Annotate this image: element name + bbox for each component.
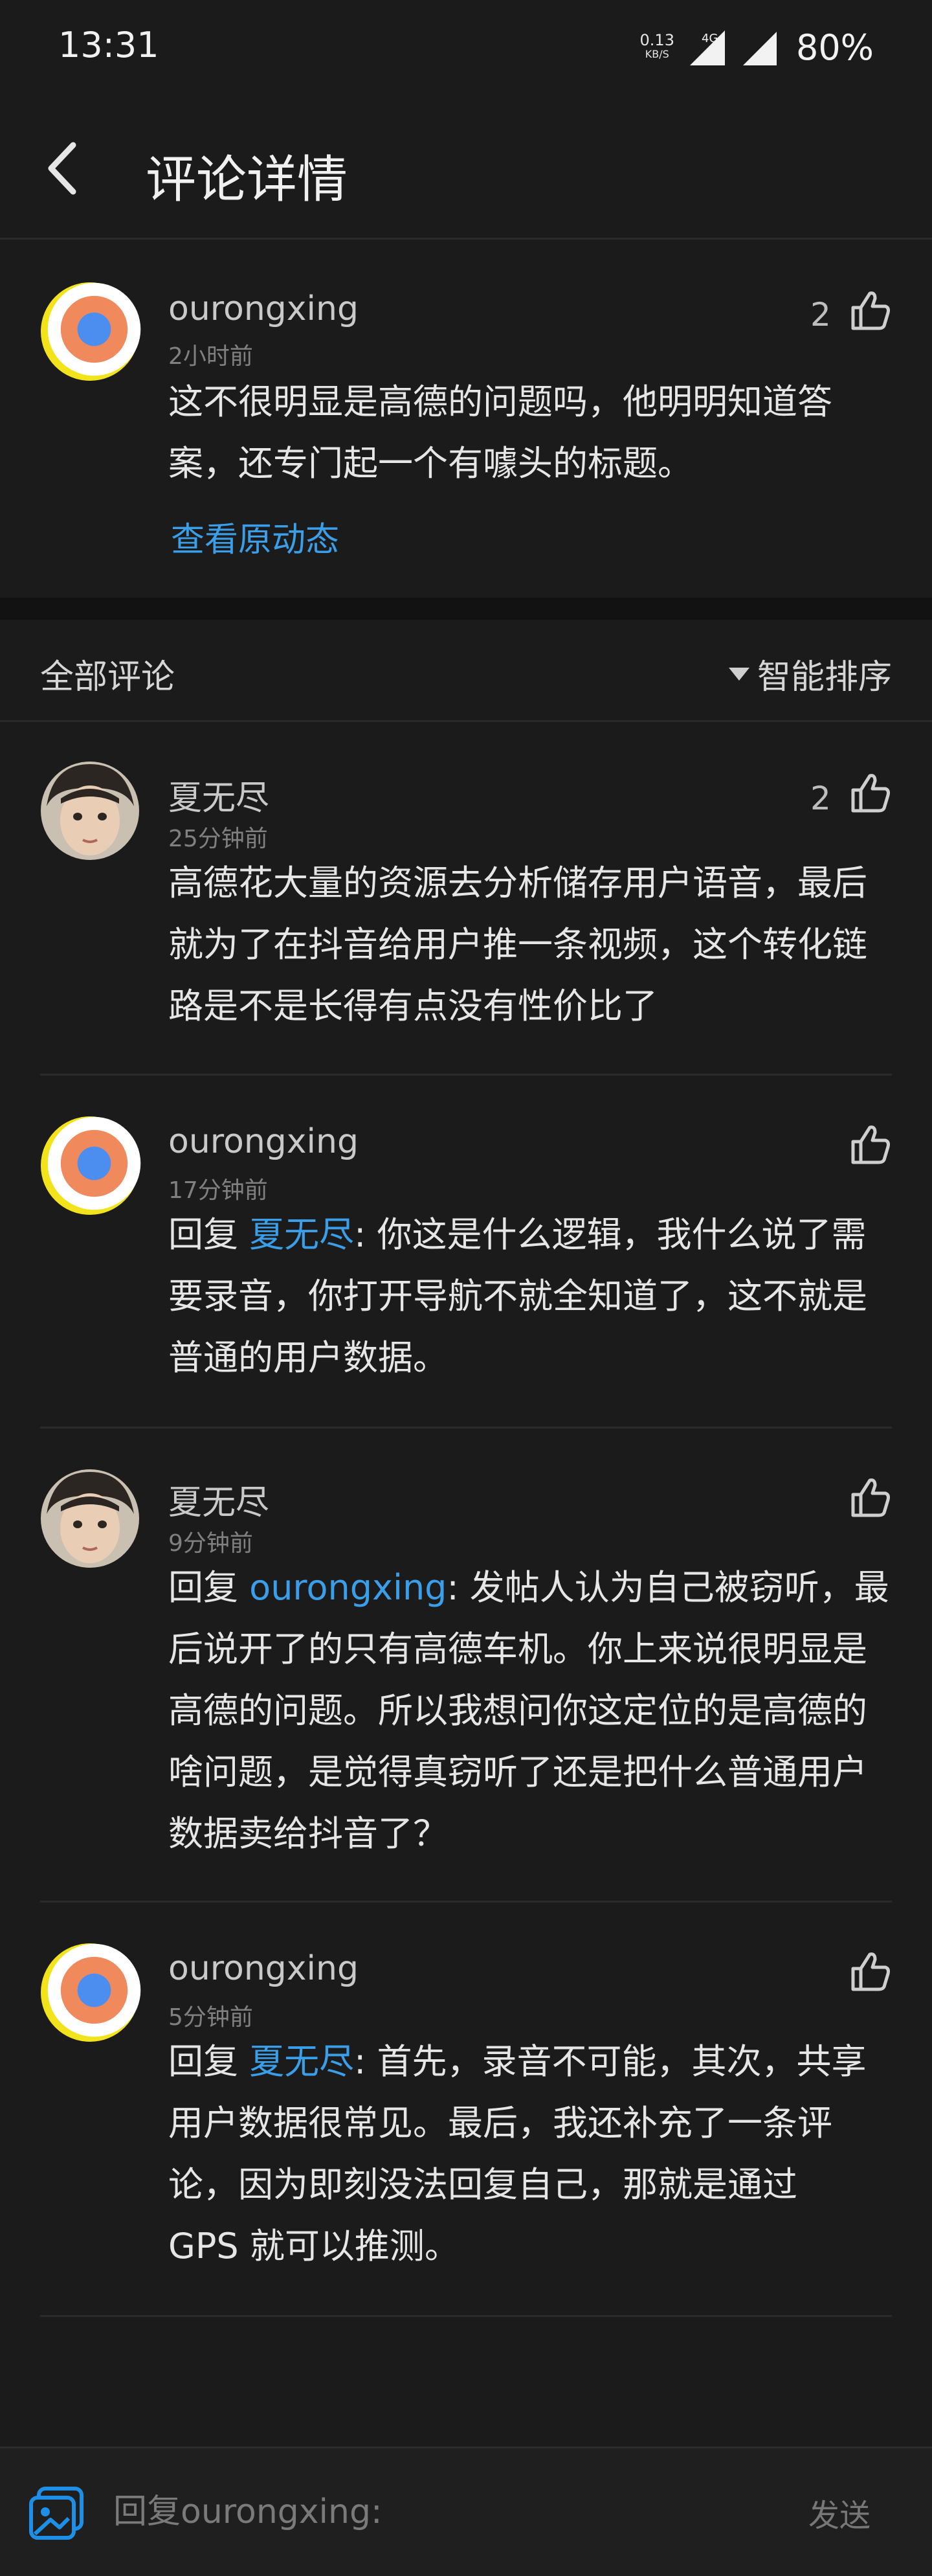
list-item: 夏无尽 9分钟前 回复 ourongxing: 发帖人认为自己被窃听，最 后说开… [0, 1429, 932, 1903]
comment-text: 回复 夏无尽: 你这是什么逻辑，我什么说了需 要录音，你打开导航不就全知道了，这… [168, 1214, 867, 1378]
mention-link[interactable]: 夏无尽 [249, 2041, 354, 2082]
avatar[interactable] [40, 1943, 141, 2043]
verified-badge-icon [47, 1116, 141, 1210]
comment-text: 这不很明显是高德的问题吗，他明明知道答 案，还专门起一个有噱头的标题。 [168, 381, 832, 484]
avatar[interactable] [40, 761, 140, 861]
app-bar: 评论详情 [0, 97, 932, 240]
status-indicators: 0.13 KB/S 4G 80% [640, 25, 874, 70]
filter-bar: 全部评论 智能排序 [0, 620, 932, 722]
caret-down-icon [728, 667, 749, 681]
avatar[interactable] [40, 282, 141, 382]
verified-badge-icon [47, 1943, 141, 2037]
avatar[interactable] [40, 1469, 140, 1569]
status-time: 13:31 [58, 25, 159, 65]
image-picker-icon[interactable] [26, 2482, 88, 2544]
timestamp: 17分钟前 [168, 1177, 268, 1204]
mention-link[interactable]: 夏无尽 [249, 1214, 354, 1255]
avatar[interactable] [40, 1116, 141, 1216]
send-button[interactable]: 发送 [808, 2490, 871, 2535]
thumbs-up-icon[interactable] [848, 1949, 893, 1994]
like-count: 2 [810, 296, 831, 333]
list-item: 夏无尽 25分钟前 2 高德花大量的资源去分析储存用户语音，最后 就为了在抖音给… [0, 724, 932, 1076]
view-original-link[interactable]: 查看原动态 [171, 512, 339, 561]
comment-text: 回复 ourongxing: 发帖人认为自己被窃听，最 后说开了的只有高德车机。… [168, 1567, 889, 1854]
battery-level: 80% [795, 27, 874, 68]
list-item: ourongxing 5分钟前 回复 夏无尽: 首先，录音不可能，其次，共享 用… [0, 1903, 932, 2317]
svg-text:4G: 4G [702, 32, 718, 45]
mention-link[interactable]: ourongxing [249, 1567, 447, 1608]
comment-text: 回复 夏无尽: 首先，录音不可能，其次，共享 用户数据很常见。最后，我还补充了一… [168, 2041, 867, 2266]
thumbs-up-icon[interactable] [848, 771, 893, 816]
thumbs-up-icon[interactable] [848, 1475, 893, 1520]
thumbs-up-icon[interactable] [848, 288, 893, 333]
username[interactable]: ourongxing [168, 1122, 359, 1161]
page-title: 评论详情 [146, 151, 348, 209]
username[interactable]: ourongxing [168, 1949, 359, 1988]
username[interactable]: 夏无尽 [168, 771, 269, 819]
status-bar: 13:31 0.13 KB/S 4G 80% [0, 0, 932, 97]
timestamp: 9分钟前 [168, 1530, 253, 1557]
username[interactable]: 夏无尽 [168, 1475, 269, 1524]
thumbs-up-icon[interactable] [848, 1122, 893, 1168]
timestamp: 25分钟前 [168, 826, 268, 852]
signal-icon [742, 32, 777, 65]
bottom-spacer [0, 2317, 932, 2446]
like-count: 2 [810, 780, 831, 817]
all-comments-title: 全部评论 [40, 658, 175, 697]
username[interactable]: ourongxing [168, 289, 359, 328]
section-gap [0, 598, 932, 620]
list-item: ourongxing 17分钟前 回复 夏无尽: 你这是什么逻辑，我什么说了需 … [0, 1076, 932, 1429]
network-speed: 0.13 KB/S [639, 31, 674, 60]
photo-avatar-icon [41, 762, 139, 860]
timestamp: 2小时前 [168, 343, 253, 370]
main-comment: ourongxing 2小时前 2 这不很明显是高德的问题吗，他明明知道答 案，… [0, 242, 932, 598]
timestamp: 5分钟前 [168, 2004, 253, 2031]
comment-text: 高德花大量的资源去分析储存用户语音，最后 就为了在抖音给用户推一条视频，这个转化… [168, 863, 867, 1026]
reply-input[interactable] [113, 2486, 760, 2538]
photo-avatar-icon [41, 1469, 139, 1568]
reply-composer: 发送 [0, 2446, 932, 2576]
chevron-left-icon[interactable] [36, 136, 94, 201]
verified-badge-icon [47, 282, 141, 376]
signal-4g-icon: 4G [689, 30, 725, 65]
sort-button[interactable]: 智能排序 [728, 650, 892, 698]
